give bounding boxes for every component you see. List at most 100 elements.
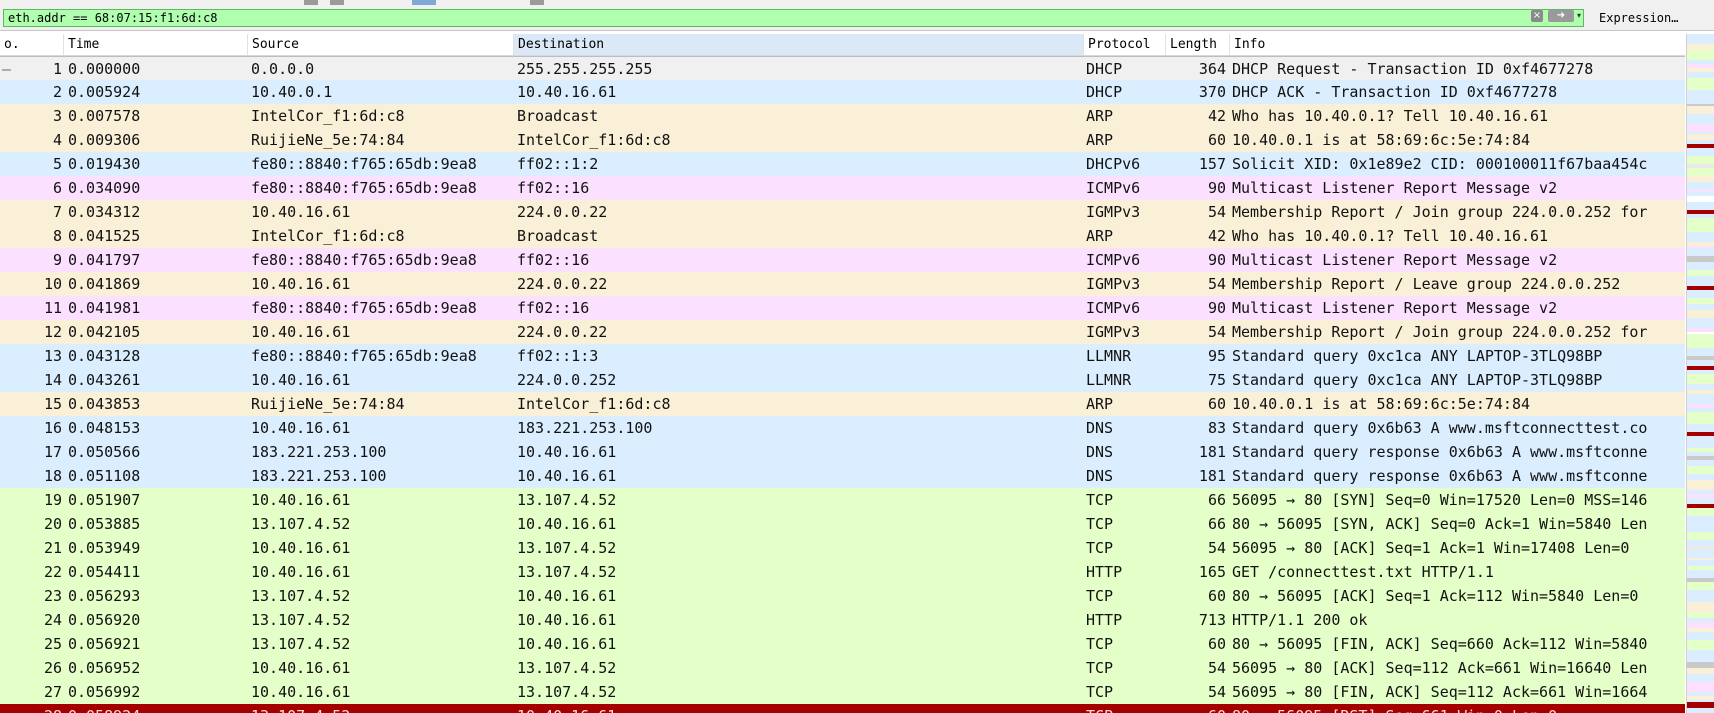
packet-cell-dst: 255.255.255.255 xyxy=(517,60,653,78)
packet-cell-proto: DNS xyxy=(1086,443,1114,461)
expression-button[interactable]: Expression… xyxy=(1599,10,1678,26)
packet-row[interactable]: 16 0.048153 10.40.16.61 183.221.253.100 DNS 8… xyxy=(0,416,1685,440)
packet-row[interactable]: 5 0.019430 fe80::8840:f765:65db:9ea8 ff02::… xyxy=(0,152,1685,176)
packet-cell-src: 10.40.16.61 xyxy=(251,491,351,509)
packet-row[interactable]: 23 0.056293 13.107.4.52 10.40.16.61 TCP 60 80 … xyxy=(0,584,1685,608)
packet-cell-src: 10.40.16.61 xyxy=(251,371,351,389)
packet-cell-src: fe80::8840:f765:65db:9ea8 xyxy=(251,299,477,317)
packet-cell-info: GET /connecttest.txt HTTP/1.1 xyxy=(1232,563,1494,581)
packet-cell-src: 13.107.4.52 xyxy=(251,704,513,713)
packet-cell-no: 16 xyxy=(43,419,62,437)
toolbar-icon[interactable] xyxy=(530,0,544,5)
packet-cell-dst: 13.107.4.52 xyxy=(517,539,617,557)
column-header-protocol[interactable]: Protocol xyxy=(1084,34,1166,55)
packet-row[interactable]: 2 0.005924 10.40.0.1 10.40.16.61 DHCP 370 DHCP… xyxy=(0,80,1685,104)
packet-cell-len: 60 xyxy=(1166,704,1226,713)
display-filter-text[interactable]: eth.addr == 68:07:15:f1:6d:c8 xyxy=(8,11,218,26)
packet-cell-len: 157 xyxy=(1198,155,1226,173)
packet-cell-dst: 183.221.253.100 xyxy=(517,419,653,437)
packet-row[interactable]: 10 0.041869 10.40.16.61 224.0.0.22 IGMPv3 54 M… xyxy=(0,272,1685,296)
column-header-no[interactable]: o. xyxy=(0,34,64,55)
packet-row[interactable]: 13 0.043128 fe80::8840:f765:65db:9ea8 ff02:… xyxy=(0,344,1685,368)
packet-cell-src: RuijieNe_5e:74:84 xyxy=(251,395,405,413)
packet-cell-time: 0.034090 xyxy=(68,179,141,197)
packet-cell-info: 56095 → 80 [SYN] Seq=0 Win=17520 Len=0 M… xyxy=(1232,491,1648,509)
packet-cell-info: 10.40.0.1 is at 58:69:6c:5e:74:84 xyxy=(1232,131,1531,149)
packet-row[interactable]: 4 0.009306 RuijieNe_5e:74:84 IntelCor_f1:6d… xyxy=(0,128,1685,152)
packet-row[interactable]: 21 0.053949 10.40.16.61 13.107.4.52 TCP 54 560… xyxy=(0,536,1685,560)
packet-cell-time: 0.050566 xyxy=(68,443,141,461)
packet-cell-no: 10 xyxy=(43,275,62,293)
packet-minimap-scrollbar[interactable] xyxy=(1686,34,1714,713)
packet-cell-src: 13.107.4.52 xyxy=(251,635,351,653)
packet-row[interactable]: 28 0.058924 13.107.4.52 10.40.16.61 TCP60 80 … xyxy=(0,704,1685,713)
packet-row[interactable]: 25 0.056921 13.107.4.52 10.40.16.61 TCP 60 80 … xyxy=(0,632,1685,656)
packet-cell-len: 364 xyxy=(1198,60,1226,78)
packet-row[interactable]: 7 0.034312 10.40.16.61 224.0.0.22 IGMPv3 54 Me… xyxy=(0,200,1685,224)
packet-cell-no: 8 xyxy=(52,227,62,245)
packet-row[interactable]: 11 0.041981 fe80::8840:f765:65db:9ea8 ff02:… xyxy=(0,296,1685,320)
packet-cell-len: 60 xyxy=(1207,587,1226,605)
column-header-length[interactable]: Length xyxy=(1166,34,1230,55)
packet-row[interactable]: 27 0.056992 10.40.16.61 13.107.4.52 TCP 54 560… xyxy=(0,680,1685,704)
packet-cell-proto: IGMPv3 xyxy=(1086,275,1141,293)
packet-row[interactable]: 20 0.053885 13.107.4.52 10.40.16.61 TCP 66 80 … xyxy=(0,512,1685,536)
filter-history-dropdown-icon[interactable]: ▾ xyxy=(1574,9,1584,23)
packet-cell-info: DHCP Request - Transaction ID 0xf4677278 xyxy=(1232,60,1594,78)
packet-cell-proto: ICMPv6 xyxy=(1086,179,1141,197)
packet-row[interactable]: 19 0.051907 10.40.16.61 13.107.4.52 TCP 66 560… xyxy=(0,488,1685,512)
packet-cell-proto: DHCPv6 xyxy=(1086,155,1141,173)
toolbar-icon[interactable] xyxy=(330,0,344,5)
packet-row[interactable]: 15 0.043853 RuijieNe_5e:74:84 IntelCor_f1:6… xyxy=(0,392,1685,416)
packet-cell-src: 10.40.16.61 xyxy=(251,275,351,293)
packet-row[interactable]: 9 0.041797 fe80::8840:f765:65db:9ea8 ff02::… xyxy=(0,248,1685,272)
packet-row[interactable]: 12 0.042105 10.40.16.61 224.0.0.22 IGMPv3 54 M… xyxy=(0,320,1685,344)
packet-cell-time: 0.041797 xyxy=(68,251,141,269)
display-filter-input[interactable]: eth.addr == 68:07:15:f1:6d:c8 xyxy=(3,9,1584,27)
packet-cell-no: 15 xyxy=(43,395,62,413)
column-header-source[interactable]: Source xyxy=(248,34,514,55)
toolbar-icon[interactable] xyxy=(304,0,318,5)
packet-row[interactable]: 14 0.043261 10.40.16.61 224.0.0.252 LLMNR 75 S… xyxy=(0,368,1685,392)
packet-cell-src: 10.40.16.61 xyxy=(251,683,351,701)
packet-cell-time: 0.005924 xyxy=(68,83,141,101)
packet-cell-len: 95 xyxy=(1207,347,1226,365)
packet-cell-time: 0.043128 xyxy=(68,347,141,365)
packet-cell-info: 80 → 56095 [FIN, ACK] Seq=660 Ack=112 Wi… xyxy=(1232,635,1648,653)
apply-filter-icon[interactable]: ➜ xyxy=(1548,10,1574,22)
packet-cell-time: 0.056921 xyxy=(68,635,141,653)
packet-cell-info: Multicast Listener Report Message v2 xyxy=(1232,251,1558,269)
packet-cell-len: 42 xyxy=(1207,107,1226,125)
packet-cell-proto: DNS xyxy=(1086,419,1114,437)
packet-cell-src: 10.40.16.61 xyxy=(251,323,351,341)
column-header-info[interactable]: Info xyxy=(1230,34,1685,55)
packet-row[interactable]: 18 0.051108 183.221.253.100 10.40.16.61 DNS 1… xyxy=(0,464,1685,488)
packet-row[interactable]: 3 0.007578 IntelCor_f1:6d:c8 Broadcast ARP 42… xyxy=(0,104,1685,128)
packet-cell-proto: ICMPv6 xyxy=(1086,299,1141,317)
packet-cell-dst: 13.107.4.52 xyxy=(517,683,617,701)
packet-cell-len: 54 xyxy=(1207,683,1226,701)
column-header-time[interactable]: Time xyxy=(64,34,248,55)
packet-row[interactable]: 24 0.056920 13.107.4.52 10.40.16.61 HTTP 713 H… xyxy=(0,608,1685,632)
column-header-destination[interactable]: Destination xyxy=(514,34,1084,55)
packet-cell-src: fe80::8840:f765:65db:9ea8 xyxy=(251,179,477,197)
packet-cell-time: 0.054411 xyxy=(68,563,141,581)
packet-cell-src: IntelCor_f1:6d:c8 xyxy=(251,107,405,125)
packet-row[interactable]: 26 0.056952 10.40.16.61 13.107.4.52 TCP 54 560… xyxy=(0,656,1685,680)
packet-cell-proto: TCP xyxy=(1086,539,1114,557)
packet-cell-info: Standard query response 0x6b63 A www.msf… xyxy=(1232,443,1648,461)
packet-row[interactable]: 6 0.034090 fe80::8840:f765:65db:9ea8 ff02::… xyxy=(0,176,1685,200)
packet-row[interactable]: 22 0.054411 10.40.16.61 13.107.4.52 HTTP 165 G… xyxy=(0,560,1685,584)
packet-cell-proto: IGMPv3 xyxy=(1086,323,1141,341)
clear-filter-icon[interactable]: × xyxy=(1531,10,1543,22)
toolbar-icon[interactable] xyxy=(412,0,436,5)
packet-cell-proto: DHCP xyxy=(1086,83,1123,101)
packet-cell-src: 10.40.0.1 xyxy=(251,83,333,101)
packet-cell-no: 26 xyxy=(43,659,62,677)
packet-row[interactable]: 17 0.050566 183.221.253.100 10.40.16.61 DNS 1… xyxy=(0,440,1685,464)
packet-cell-proto: IGMPv3 xyxy=(1086,203,1141,221)
packet-cell-no: 22 xyxy=(43,563,62,581)
packet-row[interactable]: 1 0.000000 0.0.0.0 255.255.255.255 DHCP 364 DH… xyxy=(0,56,1685,81)
packet-cell-dst: ff02::16 xyxy=(517,251,590,269)
packet-row[interactable]: 8 0.041525 IntelCor_f1:6d:c8 Broadcast ARP 42… xyxy=(0,224,1685,248)
